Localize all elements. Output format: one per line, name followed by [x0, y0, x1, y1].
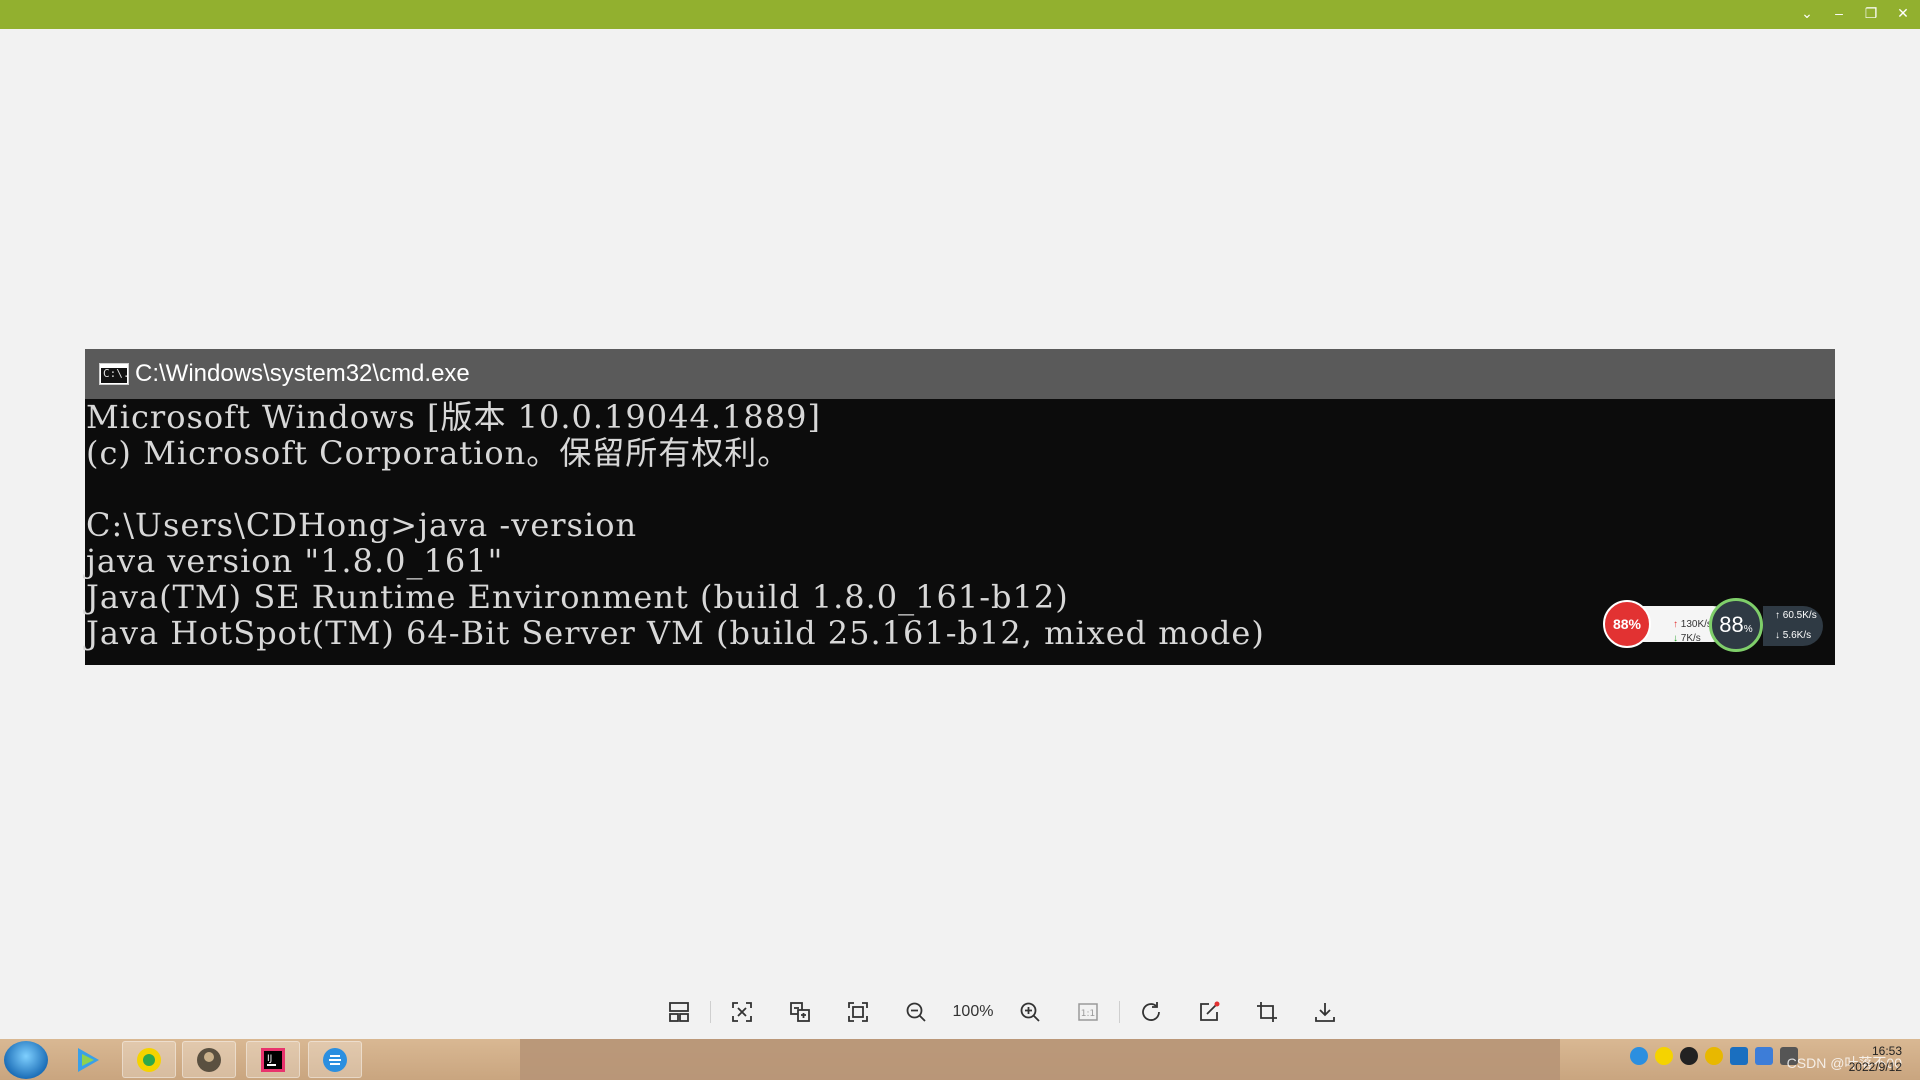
- memory-unit: %: [1743, 624, 1753, 635]
- close-icon[interactable]: ✕: [1894, 4, 1912, 22]
- zoom-out-icon[interactable]: [901, 997, 931, 1027]
- upload-arrow-icon: ↑: [1775, 610, 1780, 621]
- taskbar-clock[interactable]: 16:53 2022/9/12: [1849, 1043, 1902, 1075]
- music-tray-icon[interactable]: [1655, 1047, 1673, 1065]
- upload-speed: 130K/s: [1680, 619, 1712, 630]
- memory-value: 88: [1719, 612, 1744, 637]
- cpu-usage-badge: 88%: [1603, 600, 1651, 648]
- actual-size-label: 1:1: [1081, 1009, 1095, 1019]
- restore-icon[interactable]: ❐: [1862, 4, 1880, 22]
- clock-date: 2022/9/12: [1848, 1060, 1902, 1074]
- cmd-title: C:\Windows\system32\cmd.exe: [135, 360, 470, 387]
- cmd-output: Microsoft Windows [版本 10.0.19044.1889] (…: [85, 399, 1835, 651]
- fit-window-icon[interactable]: [727, 997, 757, 1027]
- cmd-icon: C:\.: [99, 363, 130, 385]
- upload-arrow-icon: ↑: [1673, 619, 1678, 630]
- speed-down: 5.6K/s: [1782, 630, 1812, 641]
- cmd-window-screenshot: C:\. C:\Windows\system32\cmd.exe Microso…: [85, 349, 1835, 665]
- cmd-line: [86, 471, 1835, 507]
- shield-icon[interactable]: [1730, 1047, 1748, 1065]
- download-arrow-icon: ↓: [1775, 630, 1780, 641]
- system-tray: [1630, 1047, 1798, 1065]
- cmd-title-bar: C:\. C:\Windows\system32\cmd.exe: [85, 349, 1835, 399]
- minimize-icon[interactable]: –: [1830, 4, 1848, 22]
- cmd-icon-text: C:\.: [103, 367, 130, 380]
- crop-icon[interactable]: [1252, 997, 1282, 1027]
- cmd-line: C:\Users\CDHong>java -version: [86, 506, 638, 544]
- taskbar: IJ CSDN @叶落不00 16:53 2022/9/12: [0, 1039, 1920, 1080]
- zoom-level: 100%: [952, 1003, 994, 1020]
- translate-icon[interactable]: [785, 997, 815, 1027]
- system-monitor-widget[interactable]: ↑ 130K/s ↓ 7K/s 88% ↑ 60.5K/s ↓ 5.6K/s 8…: [1603, 598, 1828, 654]
- toolbar-divider: [710, 1001, 711, 1023]
- ie-browser-taskbar-icon[interactable]: [308, 1041, 362, 1078]
- download-speed: 7K/s: [1680, 633, 1701, 644]
- intellij-taskbar-icon[interactable]: IJ: [246, 1041, 300, 1078]
- speed-panel: ↑ 60.5K/s ↓ 5.6K/s: [1763, 606, 1823, 646]
- speed-up: 60.5K/s: [1782, 610, 1817, 621]
- volume-icon[interactable]: [1780, 1047, 1798, 1065]
- cmd-line: Java(TM) SE Runtime Environment (build 1…: [86, 578, 1069, 616]
- chevron-down-icon[interactable]: ⌄: [1798, 4, 1816, 22]
- taskbar-window-preview: [520, 1039, 1560, 1080]
- layout-icon[interactable]: [664, 997, 694, 1027]
- cmd-line: Java HotSpot(TM) 64-Bit Server VM (build…: [86, 614, 1265, 652]
- avatar-app-taskbar-icon[interactable]: [182, 1041, 236, 1078]
- cmd-line: (c) Microsoft Corporation。保留所有权利。: [86, 434, 791, 472]
- toolbar-divider: [1119, 1001, 1120, 1023]
- cmd-line: java version "1.8.0_161": [86, 542, 504, 580]
- security-tray-icon[interactable]: [1705, 1047, 1723, 1065]
- memory-ring: 88%: [1709, 598, 1763, 652]
- download-icon[interactable]: [1310, 997, 1340, 1027]
- media-player-taskbar-icon[interactable]: [60, 1041, 114, 1078]
- qq-music-taskbar-icon[interactable]: [122, 1041, 176, 1078]
- window-controls: ⌄ – ❐ ✕: [1798, 4, 1912, 22]
- start-button[interactable]: [4, 1041, 48, 1079]
- svg-text:IJ: IJ: [267, 1054, 272, 1064]
- qq-tray-icon[interactable]: [1680, 1047, 1698, 1065]
- clock-time: 16:53: [1871, 1044, 1902, 1058]
- network-tray-icon[interactable]: [1755, 1047, 1773, 1065]
- zoom-in-icon[interactable]: [1015, 997, 1045, 1027]
- rotate-icon[interactable]: [1136, 997, 1166, 1027]
- actual-size-icon[interactable]: 1:1: [1073, 997, 1103, 1027]
- cmd-line: Microsoft Windows [版本 10.0.19044.1889]: [86, 398, 821, 436]
- network-speeds: ↑ 130K/s ↓ 7K/s: [1673, 618, 1712, 646]
- fullscreen-icon[interactable]: [843, 997, 873, 1027]
- viewer-title-bar: ⌄ – ❐ ✕: [0, 0, 1920, 29]
- edit-icon[interactable]: [1194, 997, 1224, 1027]
- download-arrow-icon: ↓: [1673, 633, 1678, 644]
- viewer-toolbar: 100% 1:1: [650, 996, 1354, 1028]
- browser-tray-icon[interactable]: [1630, 1047, 1648, 1065]
